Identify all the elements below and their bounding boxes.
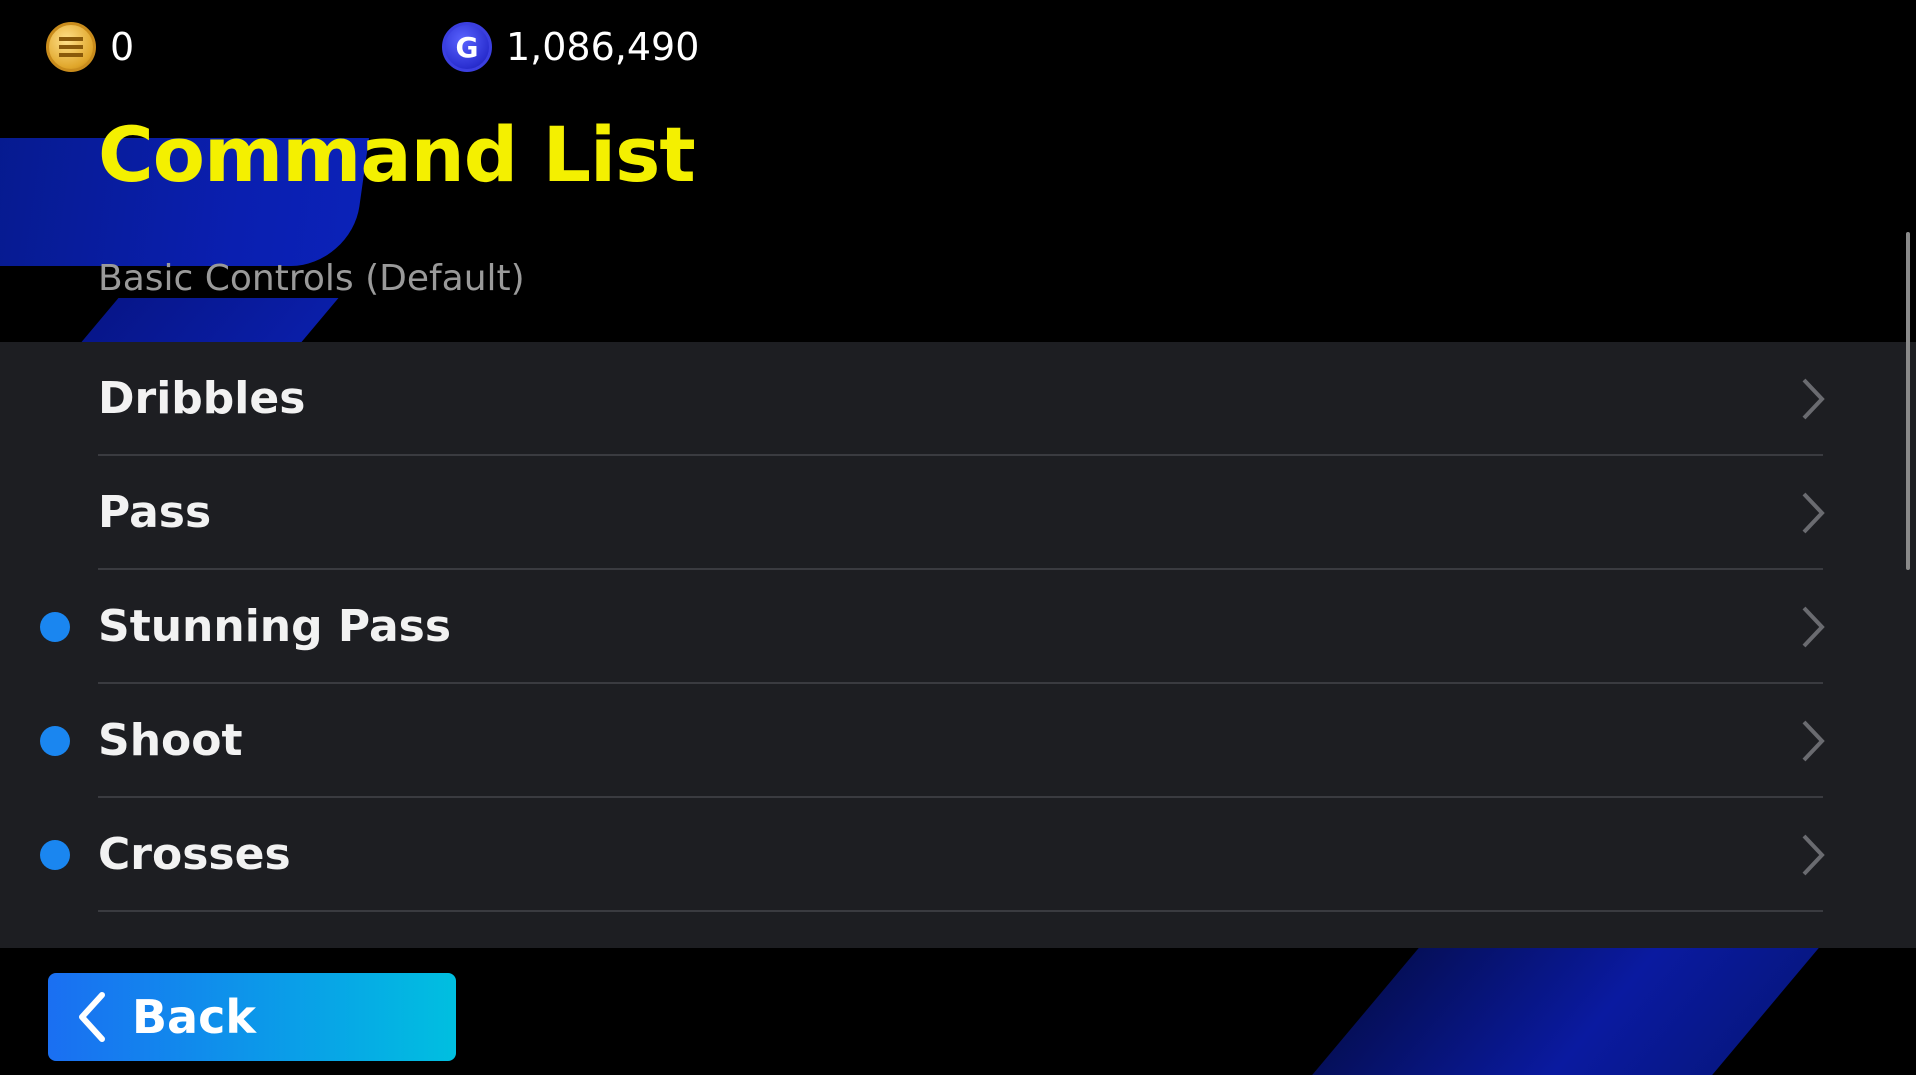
- new-indicator-dot: [40, 612, 70, 642]
- chevron-right-icon: [1802, 834, 1825, 876]
- list-item-label: Stunning Pass: [98, 601, 452, 652]
- coins-amount: 0: [110, 25, 135, 69]
- back-button[interactable]: Back: [48, 973, 456, 1061]
- list-item-dribbles[interactable]: Dribbles: [0, 342, 1916, 456]
- back-label: Back: [132, 990, 256, 1044]
- chevron-left-icon: [79, 992, 105, 1042]
- gp-amount: 1,086,490: [506, 25, 700, 69]
- list-item-label: Shoot: [98, 715, 243, 766]
- page-subtitle: Basic Controls (Default): [98, 258, 525, 299]
- list-item-stunning-pass[interactable]: Stunning Pass: [0, 570, 1916, 684]
- decorative-stripe: [1301, 948, 1819, 1075]
- chevron-right-icon: [1802, 378, 1825, 420]
- command-list-screen: 0 G 1,086,490 Command List Basic Control…: [0, 0, 1916, 1075]
- chevron-right-icon: [1790, 946, 1836, 948]
- chevron-right-icon: [1802, 720, 1825, 762]
- command-list: Dribbles Pass Stunning Pass Shoot Crosse…: [0, 342, 1916, 948]
- new-indicator-dot: [40, 726, 70, 756]
- scrollbar[interactable]: [1906, 232, 1910, 570]
- list-item-shoot[interactable]: Shoot: [0, 684, 1916, 798]
- new-indicator-dot: [40, 840, 70, 870]
- header: 0 G 1,086,490 Command List Basic Control…: [0, 0, 1916, 342]
- list-item-crosses[interactable]: Crosses: [0, 798, 1916, 912]
- gp-display: G 1,086,490: [442, 22, 699, 72]
- coin-icon: [46, 22, 96, 72]
- list-item-label: Pass: [98, 487, 212, 538]
- coins-display: 0: [46, 22, 134, 72]
- chevron-right-icon: [1802, 606, 1825, 648]
- page-title: Command List: [98, 110, 696, 199]
- list-item-label: Crosses: [98, 829, 291, 880]
- list-item-label: Dribbles: [98, 373, 306, 424]
- chevron-right-icon: [1802, 492, 1825, 534]
- list-item-partial[interactable]: [0, 912, 1916, 948]
- list-item-pass[interactable]: Pass: [0, 456, 1916, 570]
- gp-icon: G: [442, 22, 492, 72]
